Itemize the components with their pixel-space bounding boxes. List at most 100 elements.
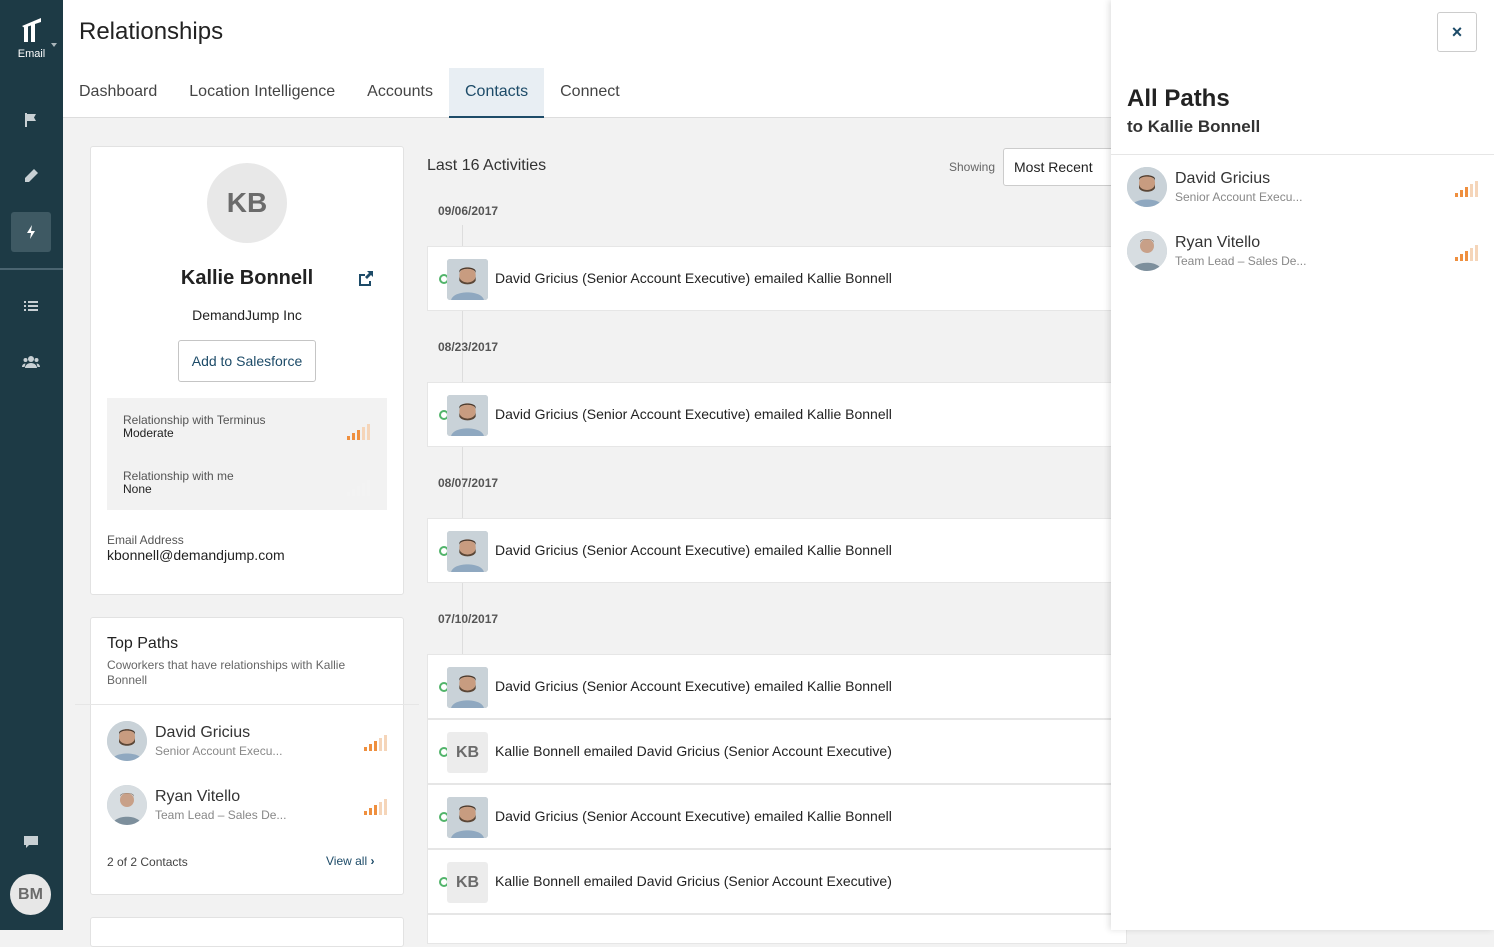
relationship-box: Relationship with Terminus Moderate Rela…: [107, 398, 387, 510]
close-icon: ×: [1451, 21, 1463, 42]
relationship-me-value: None: [123, 482, 152, 496]
user-avatar[interactable]: BM: [10, 874, 51, 915]
view-all-label: View all: [326, 854, 368, 868]
sidebar-divider: [0, 268, 63, 270]
all-paths-panel: × All Paths to Kallie Bonnell David Gric…: [1111, 0, 1494, 930]
email-label: Email Address: [107, 533, 184, 547]
pencil-icon: [25, 169, 38, 182]
activity-text: David Gricius (Senior Account Executive)…: [495, 808, 892, 824]
activity-row[interactable]: [427, 914, 1127, 944]
activity-row[interactable]: KB Kallie Bonnell emailed David Gricius …: [427, 849, 1127, 914]
avatar: KB: [447, 732, 488, 773]
signal-strength-icon: [364, 735, 388, 751]
tab-location-intelligence[interactable]: Location Intelligence: [173, 68, 351, 118]
path-person[interactable]: David Gricius Senior Account Execu...: [1127, 167, 1479, 207]
tab-contacts[interactable]: Contacts: [448, 68, 545, 118]
tab-connect[interactable]: Connect: [544, 68, 636, 118]
activities-title: Last 16 Activities: [427, 157, 547, 174]
activity-text: David Gricius (Senior Account Executive)…: [495, 542, 892, 558]
tab-accounts[interactable]: Accounts: [351, 68, 449, 118]
activity-text: Kallie Bonnell emailed David Gricius (Se…: [495, 743, 892, 759]
activity-row[interactable]: David Gricius (Senior Account Executive)…: [427, 246, 1127, 311]
nav-flag[interactable]: [11, 100, 51, 140]
logo-label: Email: [17, 48, 46, 60]
divider: [1111, 154, 1494, 155]
top-paths-title: Top Paths: [107, 635, 179, 652]
view-all-link[interactable]: View all ›: [326, 854, 374, 868]
list-icon: [24, 301, 38, 311]
avatar: KB: [447, 862, 488, 903]
person-name: Ryan Vitello: [155, 788, 241, 805]
chevron-right-icon: ›: [370, 854, 375, 868]
avatar: [447, 395, 488, 436]
person-role: Team Lead – Sales De...: [155, 808, 287, 822]
email-value[interactable]: kbonnell@demandjump.com: [107, 547, 285, 563]
divider: [75, 704, 419, 705]
top-paths-subtitle: Coworkers that have relationships with K…: [107, 658, 346, 687]
activity-row[interactable]: David Gricius (Senior Account Executive)…: [427, 654, 1127, 719]
activity-date: 08/07/2017: [438, 476, 499, 490]
users-icon: [22, 356, 40, 368]
app-logo[interactable]: Email: [0, 14, 63, 60]
nav-users[interactable]: [11, 342, 51, 382]
relationship-terminus-label: Relationship with Terminus: [123, 413, 266, 427]
activity-date: 08/23/2017: [438, 340, 499, 354]
avatar: [1127, 167, 1167, 207]
header: Relationships Dashboard Location Intelli…: [63, 0, 1111, 118]
showing-label: Showing: [949, 160, 996, 174]
path-person[interactable]: Ryan Vitello Team Lead – Sales De...: [1127, 231, 1479, 271]
avatar: [1127, 231, 1167, 271]
avatar: [107, 785, 147, 825]
person-role: Team Lead – Sales De...: [1175, 254, 1307, 268]
activity-row[interactable]: David Gricius (Senior Account Executive)…: [427, 382, 1127, 447]
add-to-salesforce-button[interactable]: Add to Salesforce: [178, 340, 316, 382]
person-name: Ryan Vitello: [1175, 234, 1261, 251]
contact-company: DemandJump Inc: [192, 307, 302, 323]
nav-list[interactable]: [11, 286, 51, 326]
path-person[interactable]: David Gricius Senior Account Execu...: [107, 721, 387, 761]
activity-text: David Gricius (Senior Account Executive)…: [495, 406, 892, 422]
relationship-terminus-value: Moderate: [123, 426, 174, 440]
activity-text: David Gricius (Senior Account Executive)…: [495, 678, 892, 694]
top-paths-count: 2 of 2 Contacts: [107, 855, 188, 869]
signal-strength-icon: [1455, 245, 1479, 261]
page-title: Relationships: [79, 18, 224, 45]
main-tabs: Dashboard Location Intelligence Accounts…: [63, 68, 636, 118]
panel-subtitle: to Kallie Bonnell: [1127, 117, 1261, 136]
activity-date: 07/10/2017: [438, 612, 499, 626]
activity-row[interactable]: David Gricius (Senior Account Executive)…: [427, 518, 1127, 583]
activity-text: Kallie Bonnell emailed David Gricius (Se…: [495, 873, 892, 889]
share-icon[interactable]: [357, 269, 375, 287]
signal-strength-icon: [1455, 181, 1479, 197]
path-person[interactable]: Ryan Vitello Team Lead – Sales De...: [107, 785, 387, 825]
activity-row[interactable]: KB Kallie Bonnell emailed David Gricius …: [427, 719, 1127, 784]
avatar: [447, 259, 488, 300]
sidebar: Email BM: [0, 0, 63, 930]
contact-avatar: KB: [207, 163, 287, 243]
avatar: [447, 667, 488, 708]
relationship-me-label: Relationship with me: [123, 469, 234, 483]
tab-dashboard[interactable]: Dashboard: [63, 68, 173, 118]
signal-strength-icon: [347, 424, 371, 440]
terminus-logo-icon: [21, 18, 41, 42]
person-role: Senior Account Execu...: [1175, 190, 1303, 204]
chevron-down-icon: [51, 43, 57, 47]
activity-row[interactable]: David Gricius (Senior Account Executive)…: [427, 784, 1127, 849]
person-name: David Gricius: [155, 724, 251, 741]
panel-title: All Paths: [1127, 85, 1230, 112]
avatar: [447, 797, 488, 838]
activity-date: 09/06/2017: [438, 204, 499, 218]
bolt-icon: [27, 225, 35, 239]
flag-icon: [25, 113, 36, 127]
nav-bolt[interactable]: [11, 212, 51, 252]
person-role: Senior Account Execu...: [155, 744, 283, 758]
signal-strength-icon: [364, 799, 388, 815]
chat-icon: [24, 836, 38, 848]
avatar: [447, 531, 488, 572]
avatar: [107, 721, 147, 761]
signal-strength-icon: [347, 480, 371, 496]
contact-card: KB Kallie Bonnell DemandJump Inc Add to …: [90, 146, 404, 595]
close-button[interactable]: ×: [1437, 12, 1477, 52]
nav-chat[interactable]: [11, 822, 51, 862]
nav-pencil[interactable]: [11, 156, 51, 196]
